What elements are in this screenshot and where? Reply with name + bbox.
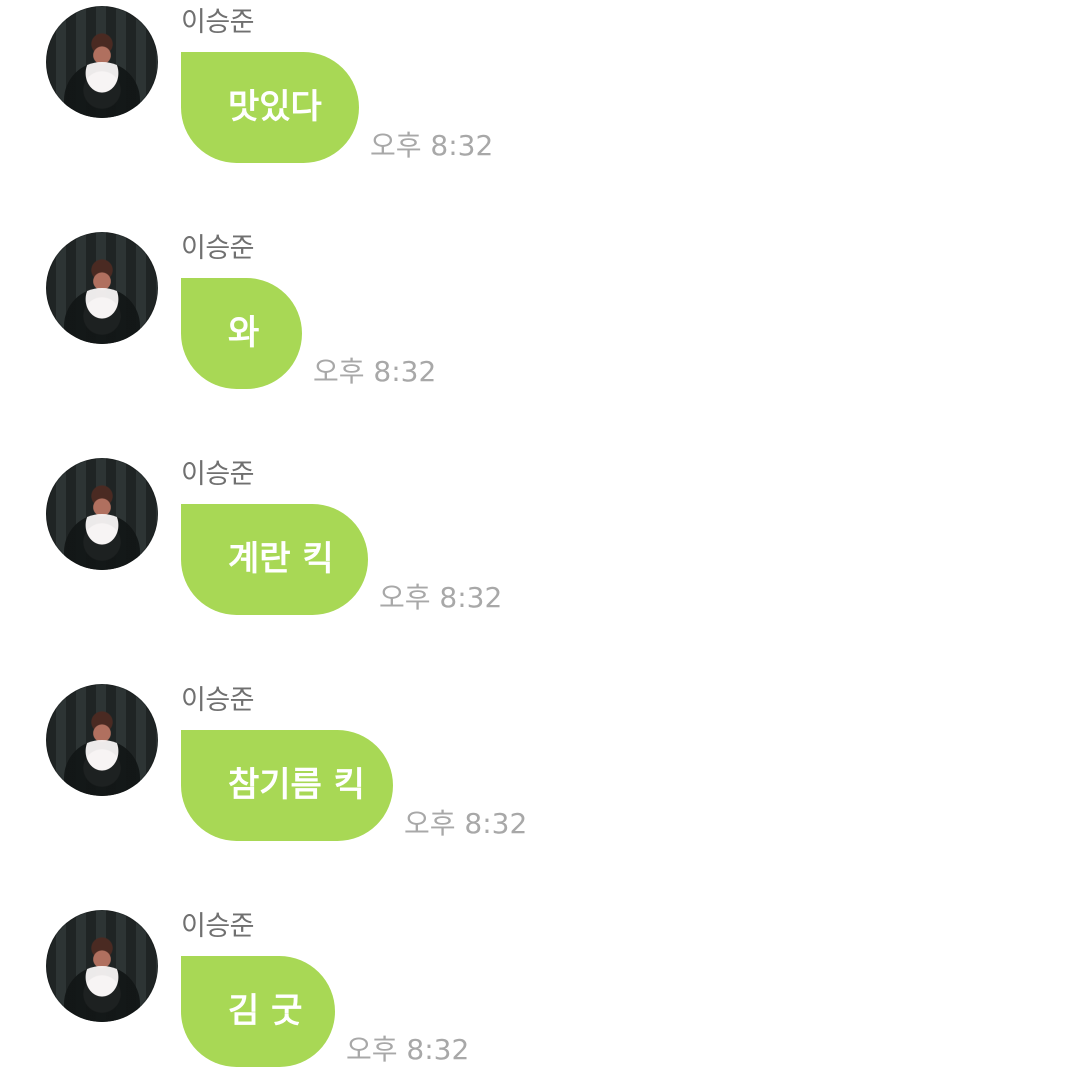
sender-name: 이승준 [181, 233, 255, 264]
sender-name: 이승준 [181, 459, 255, 490]
message-time: 오후 8:32 [313, 355, 437, 388]
message-bubble[interactable]: 김 굿 [181, 956, 335, 1067]
message-bubble[interactable]: 맛있다 [181, 52, 359, 163]
message-row: 이승준 맛있다 오후 8:32 [0, 0, 1080, 200]
chat-view: 이승준 맛있다 오후 8:32 이승준 와 오후 8:32 이승준 계란 킥 오… [0, 0, 1080, 1079]
message-row: 이승준 김 굿 오후 8:32 [0, 904, 1080, 1079]
message-row: 이승준 계란 킥 오후 8:32 [0, 452, 1080, 652]
avatar[interactable] [46, 6, 158, 118]
message-bubble[interactable]: 와 [181, 278, 302, 389]
message-bubble[interactable]: 참기름 킥 [181, 730, 393, 841]
sender-name: 이승준 [181, 911, 255, 942]
avatar[interactable] [46, 910, 158, 1022]
message-row: 이승준 참기름 킥 오후 8:32 [0, 678, 1080, 878]
avatar[interactable] [46, 684, 158, 796]
message-row: 이승준 와 오후 8:32 [0, 226, 1080, 426]
message-time: 오후 8:32 [379, 581, 503, 614]
message-time: 오후 8:32 [370, 129, 494, 162]
message-time: 오후 8:32 [346, 1033, 470, 1066]
avatar[interactable] [46, 232, 158, 344]
message-bubble[interactable]: 계란 킥 [181, 504, 368, 615]
sender-name: 이승준 [181, 7, 255, 38]
sender-name: 이승준 [181, 685, 255, 716]
message-time: 오후 8:32 [404, 807, 528, 840]
avatar[interactable] [46, 458, 158, 570]
